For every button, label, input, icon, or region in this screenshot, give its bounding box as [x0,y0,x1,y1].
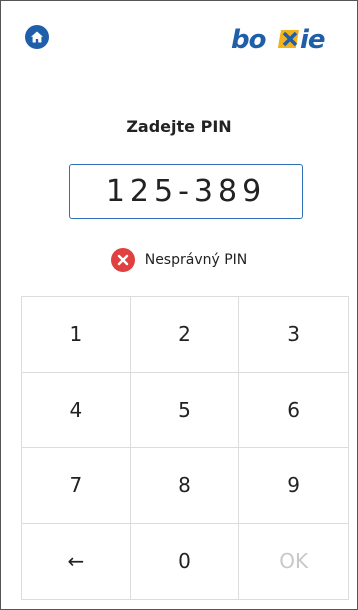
key-4[interactable]: 4 [22,372,131,448]
pin-display: 125-389 [69,164,303,219]
keypad: 1 2 3 4 5 6 7 8 9 ← 0 OK [21,296,349,600]
key-7[interactable]: 7 [22,448,131,524]
home-button[interactable] [25,25,49,49]
app-frame: bo ie Zadejte PIN 125-389 Nesprávný PIN … [0,0,358,610]
svg-text:bo: bo [231,25,266,54]
key-9[interactable]: 9 [239,448,348,524]
key-1[interactable]: 1 [22,297,131,373]
key-8[interactable]: 8 [130,448,240,524]
home-icon [31,31,43,43]
key-2[interactable]: 2 [130,297,240,373]
key-5[interactable]: 5 [130,372,240,448]
boxie-logo: bo ie [229,19,339,59]
page-title: Zadejte PIN [126,117,232,136]
error-x-icon [110,248,135,272]
error-message: Nesprávný PIN [1,248,357,272]
error-text: Nesprávný PIN [144,252,248,268]
key-6[interactable]: 6 [239,373,348,448]
boxie-logo-graphic: bo ie [231,25,326,54]
key-3[interactable]: 3 [239,297,348,373]
key-0[interactable]: 0 [131,523,240,599]
svg-text:ie: ie [300,25,325,54]
backspace-key[interactable]: ← [22,523,131,599]
ok-key[interactable]: OK [239,524,348,600]
